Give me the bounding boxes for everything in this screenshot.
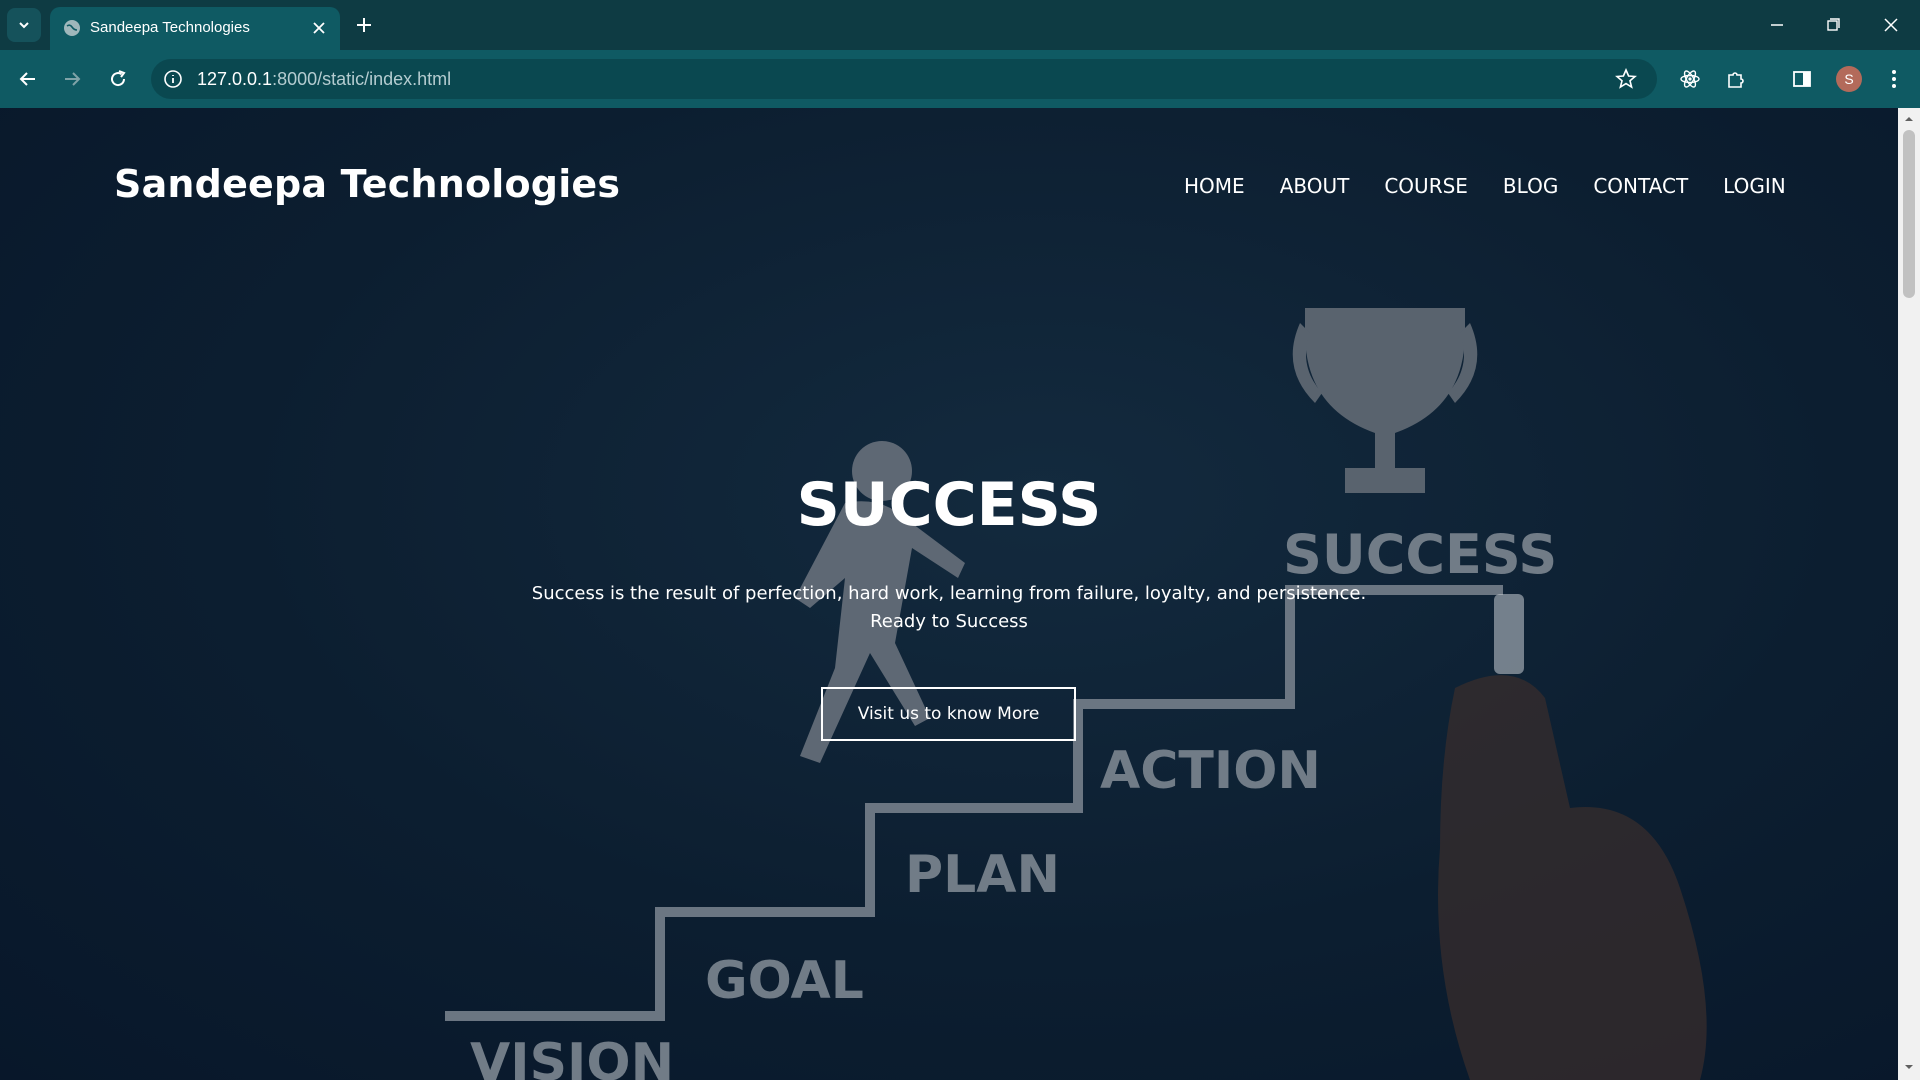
bookmark-star-icon[interactable] bbox=[1615, 68, 1637, 90]
browser-tab[interactable]: Sandeepa Technologies bbox=[50, 7, 340, 50]
visit-us-button[interactable]: Visit us to know More bbox=[821, 687, 1076, 741]
nav-login[interactable]: LOGIN bbox=[1723, 174, 1786, 198]
chevron-down-icon bbox=[19, 22, 29, 29]
close-icon[interactable] bbox=[310, 19, 328, 37]
nav-about[interactable]: ABOUT bbox=[1280, 174, 1350, 198]
hero-subtitle-line2: Ready to Success bbox=[870, 611, 1028, 632]
minimize-icon[interactable] bbox=[1764, 12, 1790, 38]
hero-subtitle-line1: Success is the result of perfection, har… bbox=[531, 583, 1367, 604]
tab-search-button[interactable] bbox=[7, 8, 41, 42]
label-action: ACTION bbox=[1100, 741, 1321, 801]
atom-icon bbox=[1680, 70, 1700, 88]
page-scrollbar[interactable] bbox=[1898, 108, 1920, 1080]
nav-contact[interactable]: CONTACT bbox=[1593, 174, 1688, 198]
new-tab-icon[interactable] bbox=[353, 14, 375, 36]
tab-title: Sandeepa Technologies bbox=[90, 19, 250, 36]
scrollbar-thumb[interactable] bbox=[1903, 130, 1915, 298]
back-button[interactable] bbox=[14, 65, 42, 93]
nav-course[interactable]: COURSE bbox=[1384, 174, 1468, 198]
arrow-left-icon bbox=[19, 72, 35, 86]
label-goal: GOAL bbox=[705, 951, 864, 1011]
reload-icon bbox=[111, 70, 126, 87]
side-panel-button[interactable] bbox=[1788, 65, 1816, 93]
close-window-icon[interactable] bbox=[1878, 12, 1904, 38]
side-panel-icon bbox=[1793, 71, 1811, 87]
globe-icon bbox=[64, 20, 80, 36]
label-vision: VISION bbox=[470, 1033, 674, 1080]
label-plan: PLAN bbox=[905, 845, 1060, 905]
puzzle-icon bbox=[1728, 72, 1744, 88]
hand-illustration bbox=[1438, 675, 1707, 1080]
hero-subtitle: Success is the result of perfection, har… bbox=[0, 580, 1898, 636]
info-icon[interactable] bbox=[163, 69, 183, 89]
site-brand-logo[interactable]: Sandeepa Technologies bbox=[114, 162, 620, 206]
arrow-right-icon bbox=[65, 72, 81, 86]
trophy-illustration bbox=[1292, 308, 1478, 493]
browser-toolbar: 127.0.0.1:8000/static/index.html S bbox=[0, 50, 1920, 108]
forward-button[interactable] bbox=[58, 65, 86, 93]
reload-button[interactable] bbox=[104, 65, 132, 93]
kebab-menu-icon bbox=[1892, 70, 1896, 88]
browser-tab-strip: Sandeepa Technologies bbox=[0, 0, 1920, 50]
nav-home[interactable]: HOME bbox=[1184, 174, 1245, 198]
profile-avatar[interactable]: S bbox=[1836, 66, 1862, 92]
web-page: VISION GOAL PLAN ACTION SUCCESS Sandeepa… bbox=[0, 108, 1898, 1080]
url-text: 127.0.0.1:8000/static/index.html bbox=[197, 69, 452, 89]
main-nav: HOME ABOUT COURSE BLOG CONTACT LOGIN bbox=[1184, 174, 1786, 198]
restore-icon[interactable] bbox=[1820, 12, 1846, 38]
extensions-button[interactable] bbox=[1722, 65, 1750, 93]
scroll-down-arrow-icon[interactable] bbox=[1904, 1062, 1914, 1072]
hero-title: SUCCESS bbox=[796, 470, 1102, 540]
address-bar[interactable]: 127.0.0.1:8000/static/index.html bbox=[151, 59, 1657, 99]
extension-react-button[interactable] bbox=[1676, 65, 1704, 93]
scroll-up-arrow-icon[interactable] bbox=[1904, 114, 1914, 124]
menu-button[interactable] bbox=[1880, 65, 1908, 93]
nav-blog[interactable]: BLOG bbox=[1503, 174, 1558, 198]
